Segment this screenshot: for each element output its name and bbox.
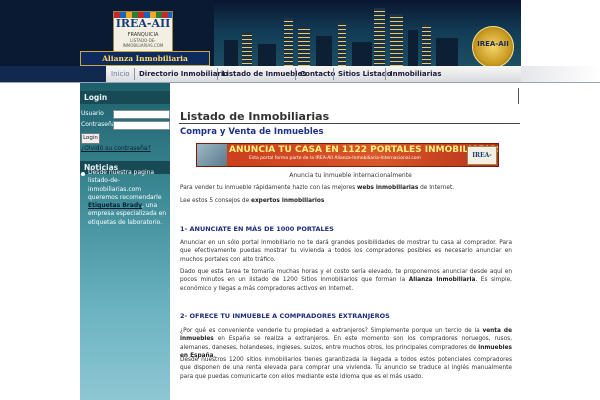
section-1-paragraph-2: Dado que esta tarea te tomaría muchas ho… xyxy=(180,269,513,292)
banner-logo: IREA-AII xyxy=(467,146,497,165)
user-label: Usuario xyxy=(81,110,104,117)
banner-headline: ANUNCIA TU CASA EN 1122 PORTALES INMOBIL… xyxy=(229,145,499,155)
page-subtitle: Compra y Venta de Inmuebles xyxy=(180,127,324,137)
login-heading: Login xyxy=(80,91,170,104)
password-label: Contraseña xyxy=(81,121,116,128)
news-item: Desde nuestra pagina listado-de-inmobili… xyxy=(88,169,167,226)
section-2-paragraph-2: Desde nuestros 1200 sitios inmobiliarios… xyxy=(180,357,512,380)
forgot-password-link[interactable]: ¿Olvidó su contraseña? xyxy=(81,145,151,152)
password-input[interactable] xyxy=(113,121,170,130)
user-input[interactable] xyxy=(113,110,170,119)
login-button[interactable]: Login xyxy=(81,133,100,144)
section-1-heading: 1- ANUNCIATE EN MÁS DE 1000 PORTALES xyxy=(180,225,334,233)
sidebar: Login Usuario Contraseña Login ¿Olvidó s… xyxy=(80,83,170,400)
site-logo[interactable]: IREA-AII FRANQUICIA LISTADO-DE-INMOBILIA… xyxy=(113,11,173,53)
logo-line2: LISTADO-DE-INMOBILIARIAS.COM xyxy=(122,38,164,48)
nav-item-inmobiliarias[interactable]: Inmobiliarias xyxy=(385,68,445,80)
section-1-paragraph-1: Anunciar en un sólo portal inmobiliario … xyxy=(180,240,512,263)
nav-fade xyxy=(521,66,600,82)
section-2-heading: 2- OFRECE TU INMUEBLE A COMPRADORES EXTR… xyxy=(180,312,390,320)
tips-paragraph: Lee estos 5 consejos de expertos inmobil… xyxy=(180,198,325,204)
banner-subline: Esta portal forma parte de la IREA-AII A… xyxy=(249,156,421,161)
logo-title: IREA-AII xyxy=(115,17,171,30)
site-header: IREA-AII FRANQUICIA LISTADO-DE-INMOBILIA… xyxy=(0,0,600,66)
nav-item-inicio[interactable]: Inicio xyxy=(107,68,134,80)
house-photo xyxy=(197,144,227,166)
intro-paragraph: Para vender tu inmueble rápidamente hazl… xyxy=(180,185,455,191)
page-title: Listado de Inmobiliarias xyxy=(180,110,330,123)
irea-seal: IREA-AII xyxy=(472,26,514,66)
ad-banner[interactable]: ANUNCIA TU CASA EN 1122 PORTALES INMOBIL… xyxy=(196,143,499,167)
site-tagline: Alianza Inmobiliaria Internacional xyxy=(80,51,210,66)
header-blank-area xyxy=(521,0,600,66)
content-top-divider xyxy=(518,88,519,104)
banner-caption: Anuncia tu inmueble internacionalmente xyxy=(289,172,412,179)
title-rule xyxy=(179,123,520,124)
etiquetas-brady-link[interactable]: Etiquetas Brady xyxy=(88,202,142,209)
bullet-icon xyxy=(81,172,85,176)
nav-left-band xyxy=(0,66,106,82)
main-nav: Inicio Directorio Inmobiliario Listado d… xyxy=(0,66,600,83)
